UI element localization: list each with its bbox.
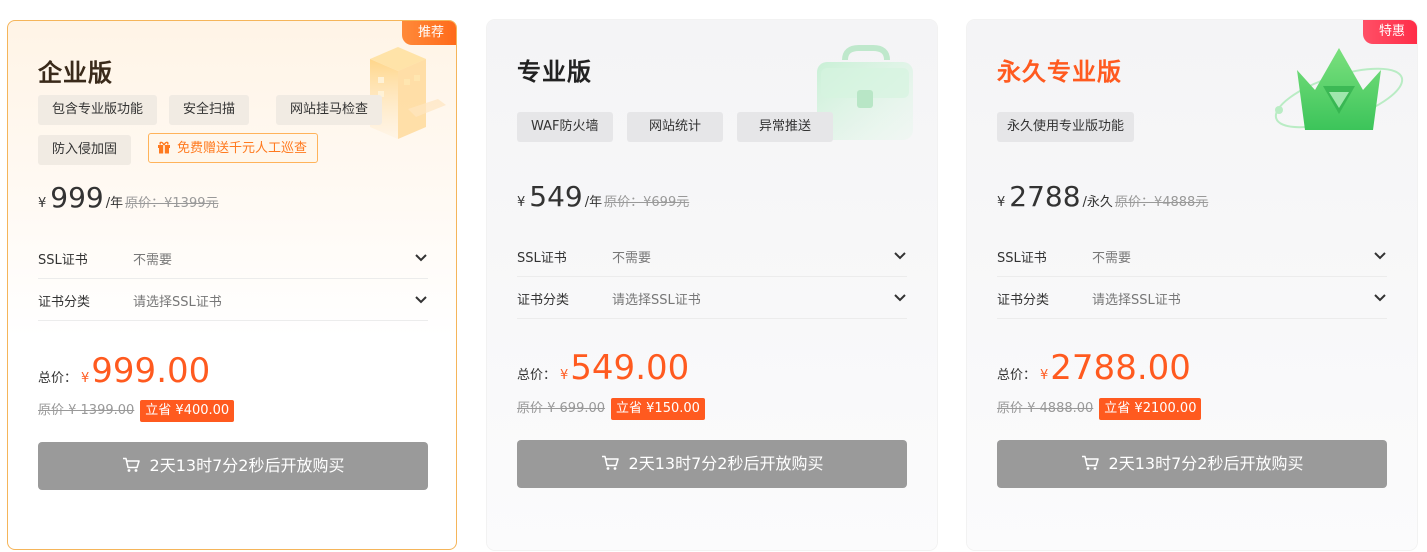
- cert-category-label: 证书分类: [997, 293, 1050, 308]
- feature-tag: 包含专业版功能: [38, 95, 158, 125]
- total-price: 总价： ¥549.00: [517, 348, 689, 388]
- currency-symbol: ¥: [517, 195, 526, 210]
- price-value: 999: [50, 181, 104, 214]
- chevron-down-icon: [415, 296, 427, 304]
- total-label: 总价：: [38, 371, 78, 386]
- original-total: 原价 ¥ 4888.00: [997, 401, 1094, 416]
- plan-card-professional: 专业版 WAF防火墙 网站统计 异常推送 ¥549/年 原价：¥699元 SSL证…: [487, 20, 937, 550]
- crown-illustration-icon: [1274, 48, 1404, 130]
- shopping-cart-icon: [122, 457, 140, 472]
- price-unit: /永久: [1082, 195, 1113, 210]
- plan-title: 企业版: [38, 59, 113, 87]
- feature-tag: 安全扫描: [169, 95, 250, 125]
- total-label: 总价：: [997, 368, 1037, 383]
- total-value: 2788.00: [1050, 348, 1191, 388]
- total-label: 总价：: [517, 368, 557, 383]
- feature-tag: WAF防火墙: [517, 112, 613, 142]
- feature-tag: 网站挂马检查: [276, 95, 383, 125]
- currency-symbol: ¥: [1040, 368, 1049, 383]
- total-value: 549.00: [570, 348, 690, 388]
- savings-line: 原价 ¥ 1399.00 立省 ¥400.00: [38, 399, 235, 422]
- currency-symbol: ¥: [38, 196, 47, 211]
- special-offer-badge: 特惠: [1362, 20, 1417, 44]
- gift-icon: [158, 141, 170, 154]
- currency-symbol: ¥: [81, 371, 90, 386]
- buy-button-label: 2天13时7分2秒后开放购买: [149, 456, 345, 475]
- gift-tag: 免费赠送千元人工巡查: [148, 133, 319, 163]
- original-price: 原价：¥1399元: [125, 196, 219, 211]
- plan-title: 专业版: [517, 58, 592, 86]
- savings-badge: 立省 ¥150.00: [611, 398, 705, 420]
- savings-line: 原价 ¥ 4888.00 立省 ¥2100.00: [997, 397, 1202, 420]
- original-total: 原价 ¥ 1399.00: [38, 403, 135, 418]
- gift-label: 免费赠送千元人工巡查: [177, 141, 308, 156]
- buy-button[interactable]: 2天13时7分2秒后开放购买: [997, 440, 1387, 488]
- original-price: 原价：¥4888元: [1114, 195, 1209, 210]
- savings-badge: 立省 ¥400.00: [140, 400, 235, 422]
- price-value: 549: [529, 180, 583, 213]
- total-price: 总价： ¥2788.00: [997, 348, 1191, 388]
- price-unit: /年: [584, 195, 603, 210]
- cert-category-label: 证书分类: [517, 293, 570, 308]
- price-line: ¥999/年 原价：¥1399元: [38, 181, 218, 214]
- plan-card-lifetime: 特惠 永久专业版 永久使用专业版功能 ¥2788/永久 原价：¥4888元 SSL…: [967, 20, 1417, 550]
- building-illustration-icon: [370, 47, 446, 139]
- feature-tag: 网站统计: [627, 112, 724, 142]
- total-value: 999.00: [91, 351, 211, 391]
- original-total: 原价 ¥ 699.00: [517, 401, 606, 416]
- ssl-select[interactable]: SSL证书 不需要: [38, 237, 428, 279]
- cert-category-value: 请选择SSL证书: [1092, 293, 1181, 308]
- original-price: 原价：¥699元: [604, 195, 690, 210]
- ssl-select[interactable]: SSL证书 不需要: [997, 235, 1387, 277]
- ssl-label: SSL证书: [38, 253, 88, 268]
- savings-line: 原价 ¥ 699.00 立省 ¥150.00: [517, 397, 705, 420]
- chevron-down-icon: [894, 252, 906, 260]
- price-unit: /年: [105, 196, 124, 211]
- savings-badge: 立省 ¥2100.00: [1099, 398, 1202, 420]
- buy-button[interactable]: 2天13时7分2秒后开放购买: [38, 442, 428, 490]
- cert-category-label: 证书分类: [38, 295, 91, 310]
- chevron-down-icon: [894, 294, 906, 302]
- chevron-down-icon: [1374, 252, 1386, 260]
- pricing-plans: 推荐 企业版 包含专业版功能 安全扫描 网站挂马检查 防入侵加固 免费赠送千元人…: [0, 0, 1427, 552]
- buy-button-label: 2天13时7分2秒后开放购买: [1108, 454, 1304, 473]
- price-line: ¥2788/永久 原价：¥4888元: [997, 180, 1208, 213]
- price-value: 2788: [1009, 180, 1081, 213]
- feature-tag: 异常推送: [737, 112, 834, 142]
- cert-category-select[interactable]: 证书分类 请选择SSL证书: [997, 277, 1387, 319]
- cert-category-select[interactable]: 证书分类 请选择SSL证书: [38, 279, 428, 321]
- ssl-value: 不需要: [612, 251, 652, 266]
- ssl-value: 不需要: [1092, 251, 1132, 266]
- plan-card-enterprise: 推荐 企业版 包含专业版功能 安全扫描 网站挂马检查 防入侵加固 免费赠送千元人…: [7, 20, 457, 550]
- recommend-badge: 推荐: [401, 21, 456, 45]
- shopping-cart-icon: [601, 455, 619, 470]
- buy-button[interactable]: 2天13时7分2秒后开放购买: [517, 440, 907, 488]
- feature-tag: 防入侵加固: [38, 135, 132, 165]
- shopping-cart-icon: [1081, 455, 1099, 470]
- buy-button-label: 2天13时7分2秒后开放购买: [628, 454, 824, 473]
- ssl-label: SSL证书: [517, 251, 567, 266]
- total-price: 总价： ¥999.00: [38, 351, 210, 391]
- cert-category-select[interactable]: 证书分类 请选择SSL证书: [517, 277, 907, 319]
- plan-title: 永久专业版: [997, 58, 1122, 86]
- ssl-label: SSL证书: [997, 251, 1047, 266]
- cert-category-value: 请选择SSL证书: [133, 295, 222, 310]
- ssl-value: 不需要: [133, 253, 173, 268]
- price-line: ¥549/年 原价：¥699元: [517, 180, 689, 213]
- currency-symbol: ¥: [997, 195, 1006, 210]
- currency-symbol: ¥: [560, 368, 569, 383]
- chevron-down-icon: [415, 254, 427, 262]
- chevron-down-icon: [1374, 294, 1386, 302]
- feature-tag: 永久使用专业版功能: [997, 112, 1135, 142]
- ssl-select[interactable]: SSL证书 不需要: [517, 235, 907, 277]
- cert-category-value: 请选择SSL证书: [612, 293, 701, 308]
